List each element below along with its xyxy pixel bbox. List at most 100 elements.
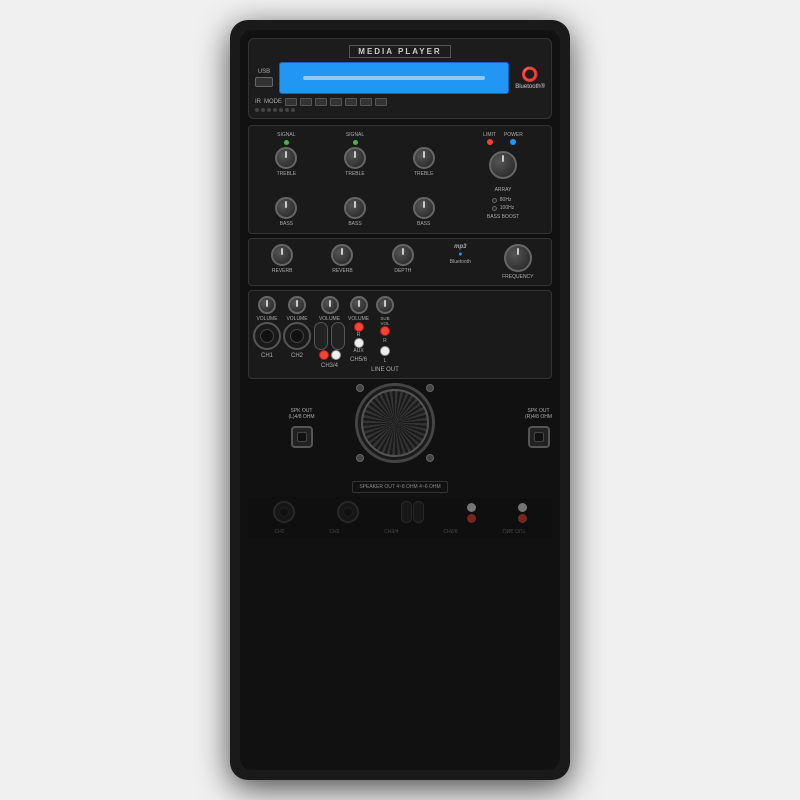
fan-screw-tr — [426, 384, 434, 392]
refl-xlr-1 — [273, 501, 295, 523]
bluetooth-text: Bluetooth® — [515, 84, 545, 90]
speakon-right-inner — [534, 432, 544, 442]
depth-col: DEPTH — [374, 244, 432, 274]
frequency-knob[interactable] — [504, 244, 532, 272]
mode-button[interactable] — [345, 98, 357, 106]
ch2-treble-label: TREBLE — [345, 171, 364, 177]
stop-button[interactable] — [330, 98, 342, 106]
ch2-xlr[interactable] — [283, 322, 311, 350]
freq-80-label: 80Hz — [500, 197, 512, 203]
line-out-r-label: R — [383, 338, 387, 344]
ch3-treble-col: S TREBLE — [390, 132, 457, 177]
ch34-rca-red[interactable] — [319, 350, 329, 360]
fan-screw-bl — [356, 454, 364, 462]
reverb1-knob[interactable] — [271, 244, 293, 266]
ch3-bass-knob[interactable] — [413, 197, 435, 219]
dot-5 — [279, 108, 283, 112]
ch1-xlr[interactable] — [253, 322, 281, 350]
spk-right-area: SPK OUT(R)4/8 OHM — [445, 408, 552, 448]
ch2-bass-col: BASS — [322, 197, 389, 227]
ch1-treble-label: TREBLE — [277, 171, 296, 177]
freq-100-radio[interactable] — [492, 206, 497, 211]
fan-screw-tl — [356, 384, 364, 392]
ch34-connectors — [313, 322, 346, 350]
dot-4 — [273, 108, 277, 112]
spk-left-speakon[interactable] — [291, 426, 313, 448]
ch2-bass-label: BASS — [348, 221, 361, 227]
limit-power-area: LIMIT POWER ARRAY — [459, 132, 547, 193]
device-panel: MEDIA PLAYER USB ⭕ Bluetooth® IR MODE — [230, 20, 570, 780]
ch34-trs-2[interactable] — [331, 322, 345, 350]
bass-row: BASS BASS BASS 80Hz — [253, 197, 547, 227]
signal-led-1 — [284, 140, 289, 145]
sub-vol-group: SUBVOL R L LINE OUT — [371, 296, 399, 373]
ch1-xlr-inner — [260, 329, 274, 343]
spk-right-speakon[interactable] — [528, 426, 550, 448]
ch2-bass-knob[interactable] — [344, 197, 366, 219]
vol-up-button[interactable] — [360, 98, 372, 106]
lcd-bar — [303, 76, 486, 80]
ch1-bass-knob[interactable] — [275, 197, 297, 219]
ch2-treble-knob[interactable] — [344, 147, 366, 169]
signal-led-2 — [353, 140, 358, 145]
freq-80-radio[interactable] — [492, 198, 497, 203]
spk-out-right-label: SPK OUT(R)4/8 OHM — [525, 408, 552, 420]
sub-vol-knob[interactable] — [376, 296, 394, 314]
dot-2 — [261, 108, 265, 112]
reflection-connectors — [252, 499, 548, 525]
spk-out-left: SPK OUT(L)4/8 OHM — [248, 408, 355, 448]
bass-boost-label: BASS BOOST — [487, 214, 519, 220]
prev-button[interactable] — [285, 98, 297, 106]
ch1-volume-knob[interactable] — [258, 296, 276, 314]
ch1-bass-label: BASS — [280, 221, 293, 227]
ir-controls: IR MODE — [255, 98, 545, 106]
array-knob[interactable] — [489, 151, 517, 179]
signal-label-1: SIGNAL — [277, 132, 295, 138]
freq-100-option[interactable]: 100Hz — [492, 205, 514, 211]
reverb2-knob[interactable] — [331, 244, 353, 266]
ch2-volume-knob[interactable] — [288, 296, 306, 314]
ch34-label: CH3/4 — [321, 363, 338, 369]
ch34-volume-knob[interactable] — [321, 296, 339, 314]
limit-led — [487, 139, 493, 145]
ch1-group: VOLUME CH1 — [253, 296, 281, 359]
line-out-rca-l[interactable] — [380, 346, 390, 356]
vol-down-button[interactable] — [375, 98, 387, 106]
fan-container — [355, 383, 445, 473]
speaker-out-note-text: SPEAKER OUT 4~8 OHM 4~6 OHM — [352, 481, 447, 493]
fan-circle — [355, 383, 435, 463]
ch56-rca-l[interactable] — [354, 338, 364, 348]
frequency-col: FREQUENCY — [489, 244, 547, 280]
usb-slot[interactable]: USB — [255, 69, 273, 87]
line-out-col: R L — [380, 326, 390, 364]
ch34-rca-white[interactable] — [331, 350, 341, 360]
freq-switch: 80Hz 100Hz — [492, 197, 514, 211]
mp3-label: mp3 — [454, 244, 466, 250]
dot-1 — [255, 108, 259, 112]
fan-grill — [361, 389, 429, 457]
ch1-treble-knob[interactable] — [275, 147, 297, 169]
play-button[interactable] — [315, 98, 327, 106]
ir-dots — [255, 108, 545, 112]
ch34-trs-1[interactable] — [314, 322, 328, 350]
ch56-rca-r[interactable] — [354, 322, 364, 332]
refl-trs-2 — [413, 501, 424, 523]
effects-row: REVERB REVERB DEPTH mp3 ● Bluetooth — [253, 244, 547, 280]
ch3-treble-knob[interactable] — [413, 147, 435, 169]
usb-port[interactable] — [255, 77, 273, 87]
volume-row: VOLUME CH1 VOLUME — [253, 296, 547, 373]
limit-label: LIMIT — [483, 132, 496, 138]
depth-knob[interactable] — [392, 244, 414, 266]
effects-section: REVERB REVERB DEPTH mp3 ● Bluetooth — [248, 238, 552, 286]
array-label: ARRAY — [495, 187, 512, 193]
ch56-volume-knob[interactable] — [350, 296, 368, 314]
speaker-out-note: SPEAKER OUT 4~8 OHM 4~6 OHM — [248, 475, 552, 493]
line-out-rca-r[interactable] — [380, 326, 390, 336]
refl-ch56: CH5\6 — [443, 527, 457, 533]
lcd-display — [279, 62, 509, 94]
next-button[interactable] — [300, 98, 312, 106]
freq-80-option[interactable]: 80Hz — [492, 197, 514, 203]
dot-7 — [291, 108, 295, 112]
frequency-label: FREQUENCY — [502, 274, 533, 280]
ch3-treble-label: TREBLE — [414, 171, 433, 177]
